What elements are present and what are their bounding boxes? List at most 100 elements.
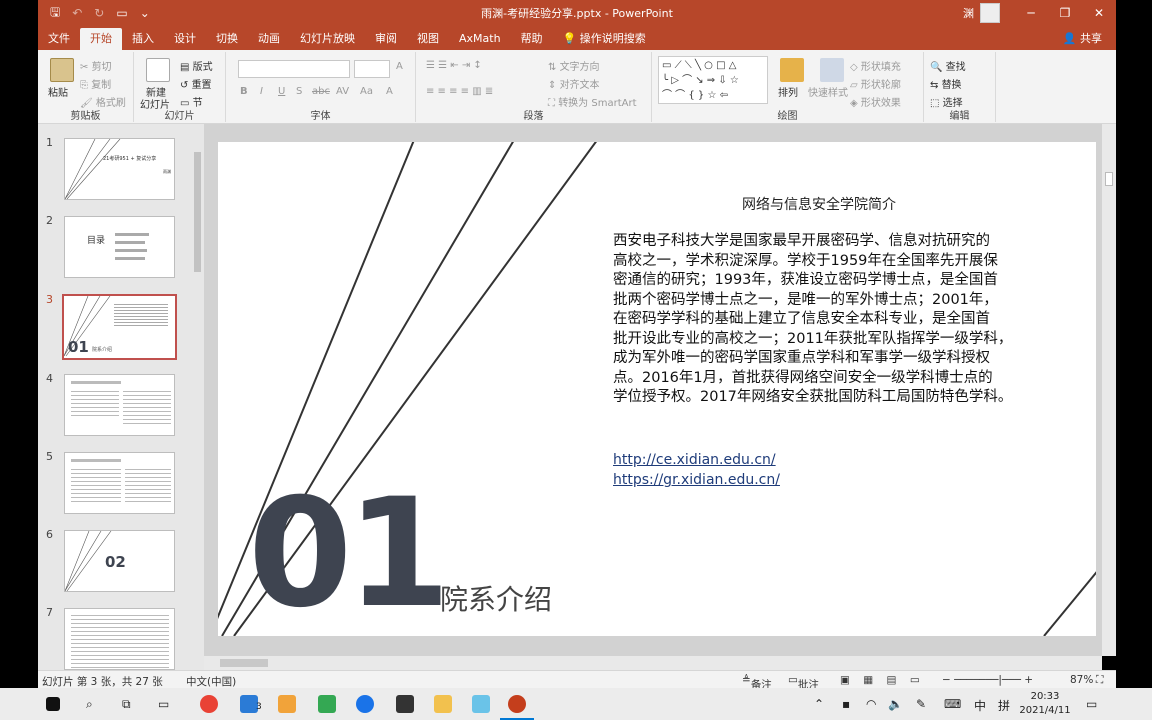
customize-qat-icon[interactable]: ⌄ bbox=[140, 6, 150, 20]
ime-pinyin[interactable]: 拼 bbox=[998, 697, 1010, 714]
tab-insert[interactable]: 插入 bbox=[122, 28, 164, 50]
explorer-icon[interactable]: ▭ bbox=[158, 697, 169, 711]
align-icons[interactable]: ≡ ≡ ≡ ≡ ▥ ≣ bbox=[426, 86, 493, 97]
font-name-select[interactable] bbox=[238, 60, 350, 78]
arrange-button[interactable]: 排列 bbox=[778, 84, 798, 99]
reset-button[interactable]: ↺ 重置 bbox=[180, 76, 212, 91]
pen-icon[interactable]: ✎ bbox=[916, 697, 926, 711]
section-number[interactable]: 01 bbox=[248, 474, 451, 634]
task-view-icon[interactable]: ⧉ bbox=[122, 697, 131, 712]
tab-transitions[interactable]: 切换 bbox=[206, 28, 248, 50]
tab-slideshow[interactable]: 幻灯片放映 bbox=[290, 28, 365, 50]
vertical-scroll-knob[interactable] bbox=[1105, 172, 1113, 186]
tab-help[interactable]: 帮助 bbox=[511, 28, 553, 50]
slide-heading[interactable]: 网络与信息安全学院简介 bbox=[742, 194, 896, 214]
thumbnail-scroll-knob[interactable] bbox=[194, 152, 201, 272]
cut-button[interactable]: ✂ 剪切 bbox=[80, 58, 112, 73]
change-case-button[interactable]: Aa bbox=[360, 86, 373, 97]
notifications-icon[interactable]: ▭ bbox=[1086, 697, 1097, 711]
keyboard-icon[interactable]: ⌨ bbox=[944, 697, 961, 711]
thumbnail-4[interactable]: 4 bbox=[38, 360, 203, 436]
zoom-level[interactable]: 87% bbox=[1070, 674, 1093, 686]
thumbnail-slide[interactable]: 21考研951 + 复试分享 雨渊 bbox=[64, 138, 175, 200]
copy-button[interactable]: ⎘ 复制 bbox=[80, 76, 111, 91]
thumbnail-slide[interactable]: 目录 bbox=[64, 216, 175, 278]
search-icon[interactable]: ⌕ bbox=[86, 697, 93, 712]
folder-icon[interactable] bbox=[434, 695, 452, 713]
tab-review[interactable]: 审阅 bbox=[365, 28, 407, 50]
font-size-select[interactable] bbox=[354, 60, 390, 78]
thumbnail-1[interactable]: 1 21考研951 + 复试分享 雨渊 bbox=[38, 124, 203, 200]
powerpoint-icon[interactable] bbox=[508, 695, 526, 713]
notes-button[interactable]: ≜ 备注 bbox=[742, 674, 772, 691]
app-icon[interactable] bbox=[278, 695, 296, 713]
italic-button[interactable]: I bbox=[260, 86, 263, 97]
bold-button[interactable]: B bbox=[240, 86, 248, 97]
thumbnail-slide[interactable] bbox=[64, 608, 175, 670]
current-slide[interactable]: 网络与信息安全学院简介 西安电子科技大学是国家最早开展密码学、信息对抗研究的 高… bbox=[218, 142, 1096, 636]
undo-icon[interactable]: ↶ bbox=[72, 6, 82, 20]
thumbnail-scrollbar[interactable] bbox=[191, 124, 204, 670]
find-button[interactable]: 🔍 查找 bbox=[930, 58, 966, 73]
tab-animations[interactable]: 动画 bbox=[248, 28, 290, 50]
tab-view[interactable]: 视图 bbox=[407, 28, 449, 50]
thumbnail-5[interactable]: 5 bbox=[38, 438, 203, 514]
view-buttons[interactable]: ▣ ▦ ▤ ▭ bbox=[840, 674, 920, 686]
thumbnail-2[interactable]: 2 目录 bbox=[38, 202, 203, 278]
volume-icon[interactable]: 🔈 bbox=[888, 697, 903, 711]
char-spacing-button[interactable]: AV bbox=[336, 86, 349, 97]
start-icon[interactable] bbox=[46, 697, 60, 711]
chrome-icon[interactable] bbox=[200, 695, 218, 713]
redo-icon[interactable]: ↻ bbox=[94, 6, 104, 20]
clock[interactable]: 20:33 2021/4/11 bbox=[1018, 690, 1072, 718]
language-indicator[interactable]: 中文(中国) bbox=[186, 674, 236, 689]
increase-font-icon[interactable]: A bbox=[396, 61, 403, 72]
slide-thumbnail-pane[interactable]: 1 21考研951 + 复试分享 雨渊 2 目录 3 01 院系介绍 4 5 6… bbox=[38, 124, 204, 670]
tray-overflow-icon[interactable]: ⌃ bbox=[814, 697, 824, 711]
link-gr[interactable]: https://gr.xidian.edu.cn/ bbox=[613, 472, 780, 488]
comments-button[interactable]: ▭ 批注 bbox=[788, 674, 819, 691]
tell-me-search[interactable]: 💡 操作说明搜索 bbox=[553, 28, 656, 50]
thumbnail-slide-active[interactable]: 01 院系介绍 bbox=[62, 294, 177, 360]
link-ce[interactable]: http://ce.xidian.edu.cn/ bbox=[613, 452, 776, 468]
share-button[interactable]: 👤 共享 bbox=[1063, 28, 1116, 50]
tray-app-icon[interactable]: ▪ bbox=[842, 697, 850, 711]
minimize-button[interactable]: ─ bbox=[1014, 6, 1048, 20]
font-color-button[interactable]: A bbox=[386, 86, 393, 97]
zoom-slider[interactable]: − ───────|─── + bbox=[942, 674, 1033, 686]
tab-axmath[interactable]: AxMath bbox=[449, 28, 511, 50]
strikethrough-button[interactable]: abc bbox=[312, 86, 330, 97]
close-button[interactable]: ✕ bbox=[1082, 6, 1116, 20]
thumbnail-7[interactable]: 7 bbox=[38, 594, 203, 670]
layout-button[interactable]: ▤ 版式 bbox=[180, 58, 213, 73]
wifi-icon[interactable]: ◠ bbox=[866, 697, 876, 711]
ime-mode[interactable]: 中 bbox=[974, 697, 986, 714]
present-icon[interactable]: ▭ bbox=[116, 6, 127, 20]
restore-button[interactable]: ❐ bbox=[1048, 6, 1082, 20]
save-icon[interactable]: 🖫 bbox=[50, 3, 60, 24]
avatar[interactable] bbox=[980, 3, 1000, 23]
slide-body-text[interactable]: 西安电子科技大学是国家最早开展密码学、信息对抗研究的 高校之一，学术积淀深厚。学… bbox=[613, 232, 1065, 408]
editor-app-icon[interactable] bbox=[396, 695, 414, 713]
quick-styles-button[interactable]: 快速样式 bbox=[808, 84, 848, 99]
underline-button[interactable]: U bbox=[278, 86, 285, 97]
paste-button[interactable]: 粘贴 bbox=[48, 84, 68, 99]
edge-icon[interactable] bbox=[356, 695, 374, 713]
slide-editor[interactable]: 网络与信息安全学院简介 西安电子科技大学是国家最早开展密码学、信息对抗研究的 高… bbox=[204, 124, 1102, 656]
shadow-button[interactable]: S bbox=[296, 86, 302, 97]
thumbnail-6[interactable]: 6 02 bbox=[38, 516, 203, 592]
thumbnail-slide[interactable] bbox=[64, 452, 175, 514]
tab-home[interactable]: 开始 bbox=[80, 28, 122, 50]
thumbnail-slide[interactable] bbox=[64, 374, 175, 436]
tool-icon[interactable] bbox=[472, 695, 490, 713]
thumbnail-3[interactable]: 3 01 院系介绍 bbox=[38, 281, 203, 360]
align-text-button[interactable]: ⇕ 对齐文本 bbox=[548, 76, 600, 91]
horizontal-scroll-knob[interactable] bbox=[220, 659, 268, 667]
section-title[interactable]: 院系介绍 bbox=[440, 578, 552, 618]
fit-slide-icon[interactable]: ⛶ bbox=[1096, 674, 1103, 687]
text-direction-button[interactable]: ⇅ 文字方向 bbox=[548, 58, 600, 73]
shape-fill-button[interactable]: ◇ 形状填充 bbox=[850, 58, 901, 73]
tab-file[interactable]: 文件 bbox=[38, 28, 80, 50]
maps-icon[interactable] bbox=[318, 695, 336, 713]
editor-vertical-scrollbar[interactable] bbox=[1102, 124, 1116, 656]
